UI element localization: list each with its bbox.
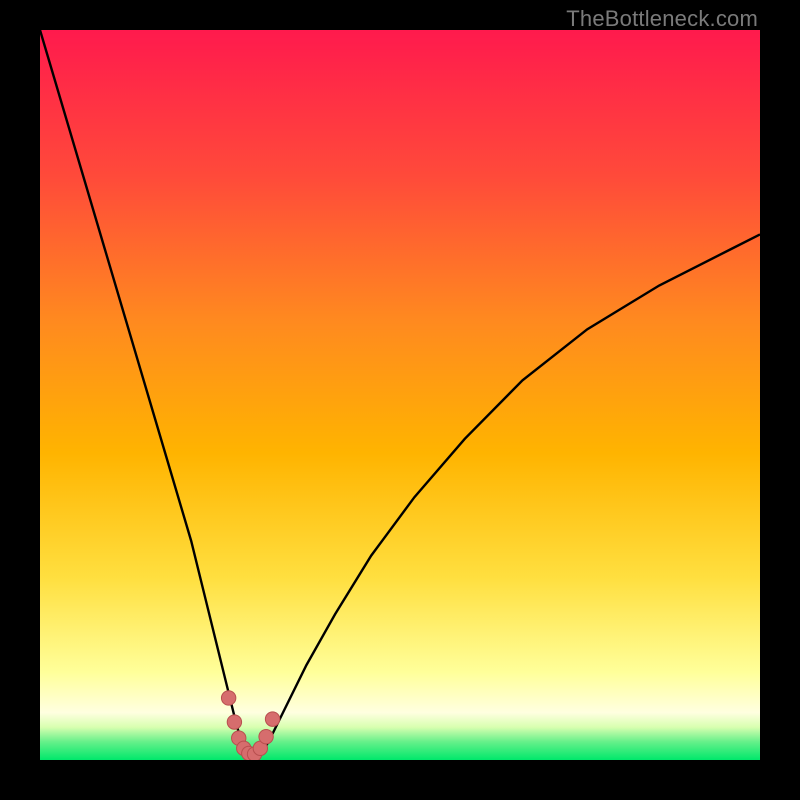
minimum-marker <box>221 691 235 705</box>
curve-path <box>40 30 760 756</box>
bottleneck-curve <box>40 30 760 760</box>
minimum-marker <box>227 715 241 729</box>
minimum-marker <box>259 729 273 743</box>
chart-frame: TheBottleneck.com <box>0 0 800 800</box>
watermark-text: TheBottleneck.com <box>566 6 758 32</box>
minimum-markers <box>221 691 279 760</box>
plot-area <box>40 30 760 760</box>
minimum-marker <box>265 712 279 726</box>
